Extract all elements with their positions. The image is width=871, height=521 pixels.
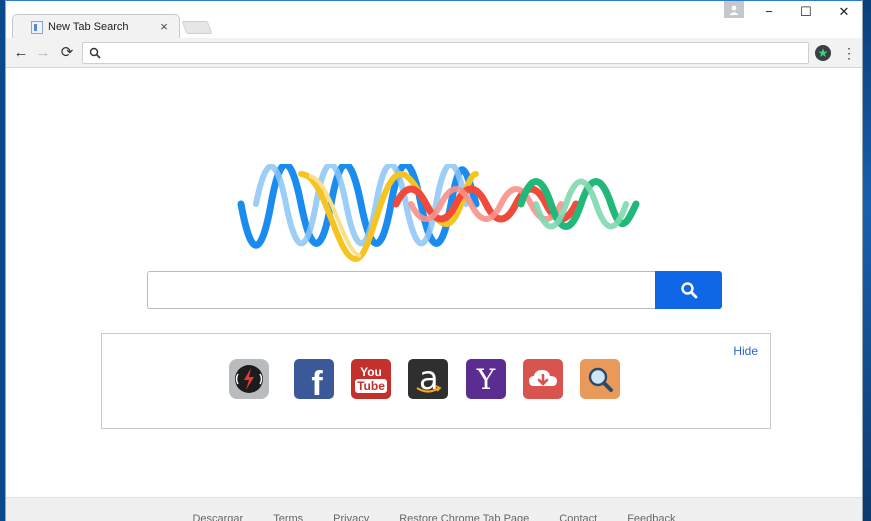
page-content: Hide f You Tube a Y Descargar Terms Priv… (6, 69, 862, 521)
footer-link-feedback[interactable]: Feedback (627, 513, 675, 521)
search-input[interactable] (147, 271, 656, 309)
address-bar[interactable] (82, 42, 809, 64)
footer-links: Descargar Terms Privacy Restore Chrome T… (6, 513, 862, 521)
new-tab-button[interactable] (181, 21, 213, 34)
shortcut-amazon[interactable]: a (408, 359, 448, 399)
footer-link-contact[interactable]: Contact (559, 513, 597, 521)
extension-icon[interactable] (815, 45, 831, 61)
star-icon (818, 48, 828, 57)
person-icon (729, 5, 739, 15)
footer-link-terms[interactable]: Terms (273, 513, 303, 521)
maximize-button[interactable]: ☐ (793, 3, 819, 21)
shortcut-facebook[interactable]: f (294, 359, 334, 399)
forward-button[interactable]: → (33, 43, 53, 63)
footer-link-descargar[interactable]: Descargar (192, 513, 243, 521)
shortcut-search[interactable] (580, 359, 620, 399)
tab-strip: New Tab Search × − ☐ ✕ (6, 0, 862, 40)
search-icon (680, 282, 697, 299)
wave-logo (237, 164, 640, 263)
youtube-text-top: You (360, 364, 382, 379)
page-favicon-icon (31, 21, 43, 34)
shortcut-download[interactable] (523, 359, 563, 399)
youtube-icon: You Tube (355, 366, 387, 393)
address-input[interactable] (107, 45, 797, 61)
close-window-button[interactable]: ✕ (831, 3, 857, 21)
yahoo-icon: Y (476, 362, 496, 396)
hide-shortcuts-link[interactable]: Hide (733, 344, 758, 358)
shortcut-youtube[interactable]: You Tube (351, 359, 391, 399)
facebook-icon: f (311, 364, 323, 400)
reload-button[interactable]: ⟳ (57, 43, 77, 63)
magnifier-icon (588, 367, 613, 392)
browser-window: New Tab Search × − ☐ ✕ ← → ⟳ ⋮ Hide f Yo… (5, 0, 863, 521)
footer-link-privacy[interactable]: Privacy (333, 513, 369, 521)
back-button[interactable]: ← (11, 43, 31, 63)
minimize-button[interactable]: − (756, 3, 782, 21)
search-icon (89, 47, 101, 59)
footer-link-restore[interactable]: Restore Chrome Tab Page (399, 513, 529, 521)
profile-button[interactable] (724, 1, 744, 18)
tab-new-tab-search[interactable]: New Tab Search × (12, 14, 180, 40)
download-cloud-icon (529, 370, 557, 386)
shortcuts-panel: Hide f You Tube a Y (101, 333, 771, 429)
youtube-text-bottom: Tube (355, 378, 387, 393)
browser-toolbar: ← → ⟳ ⋮ (6, 38, 862, 68)
amazon-icon: a (408, 359, 448, 399)
desktop-background (862, 0, 871, 521)
search-form (147, 271, 722, 309)
browser-menu-button[interactable]: ⋮ (842, 43, 856, 63)
page-footer: Descargar Terms Privacy Restore Chrome T… (6, 497, 862, 521)
search-button[interactable] (655, 271, 722, 309)
shortcut-yahoo[interactable]: Y (466, 359, 506, 399)
radio-icon (235, 365, 263, 393)
tab-close-button[interactable]: × (157, 19, 171, 35)
tab-title: New Tab Search (48, 21, 129, 33)
shortcut-radio[interactable] (229, 359, 269, 399)
